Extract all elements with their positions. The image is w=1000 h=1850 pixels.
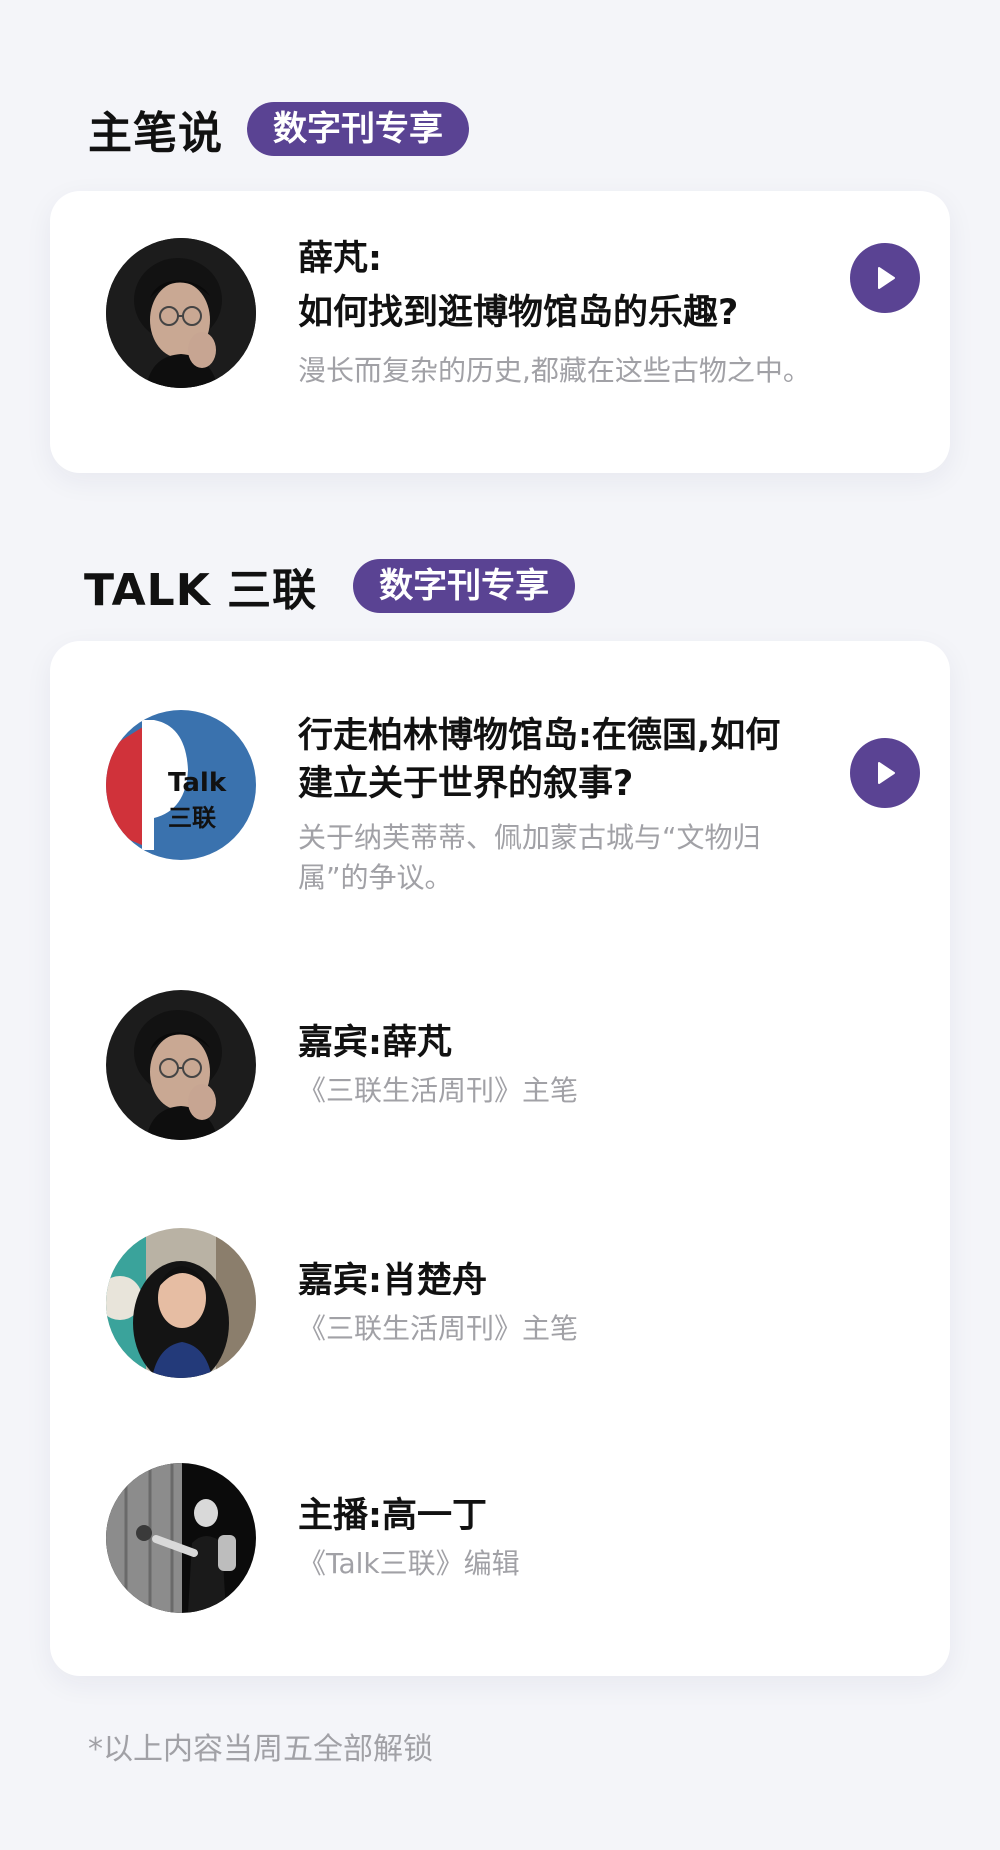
person-text: 主播:高一丁 《Talk三联》编辑 — [298, 1492, 920, 1584]
section-title: TALK 三联 — [84, 565, 318, 616]
episode-row[interactable]: Talk 三联 行走柏林博物馆岛:在德国,如何建立关于世界的叙事? 关于纳芙蒂蒂… — [106, 710, 920, 898]
avatar-gao-yiding — [106, 1463, 256, 1613]
person-row-xiao-chuzhou[interactable]: 嘉宾:肖楚舟 《三联生活周刊》主笔 — [106, 1228, 920, 1378]
person-name: 主播:高一丁 — [298, 1496, 487, 1536]
episode-title: 行走柏林博物馆岛:在德国,如何建立关于世界的叙事? — [298, 716, 781, 804]
digital-exclusive-badge: 数字刊专享 — [247, 102, 469, 156]
writer-talk-text: 薛芃: 如何找到逛博物馆岛的乐趣? 漫长而复杂的历史,都藏在这些古物之中。 — [298, 235, 850, 391]
person-row-xue-peng[interactable]: 嘉宾:薛芃 《三联生活周刊》主笔 — [106, 990, 920, 1140]
writer-talk-title-line1: 薛芃: — [298, 239, 382, 279]
avatar-xue-peng — [106, 990, 256, 1140]
writer-talk-description: 漫长而复杂的历史,都藏在这些古物之中。 — [298, 354, 811, 387]
writer-talk-row[interactable]: 薛芃: 如何找到逛博物馆岛的乐趣? 漫长而复杂的历史,都藏在这些古物之中。 — [106, 235, 920, 391]
person-role: 《Talk三联》编辑 — [298, 1547, 520, 1580]
episode-description: 关于纳芙蒂蒂、佩加蒙古城与“文物归属”的争议。 — [298, 821, 761, 894]
logo-text-sanlian: 三联 — [168, 804, 216, 832]
avatar-xiao-chuzhou — [106, 1228, 256, 1378]
play-icon — [878, 762, 895, 784]
play-button-writer-talk[interactable] — [850, 243, 920, 313]
episode-text: 行走柏林博物馆岛:在德国,如何建立关于世界的叙事? 关于纳芙蒂蒂、佩加蒙古城与“… — [298, 712, 850, 898]
person-role: 《三联生活周刊》主笔 — [298, 1312, 579, 1345]
digital-exclusive-badge: 数字刊专享 — [353, 559, 576, 613]
unlock-footnote: *以上内容当周五全部解锁 — [88, 1732, 433, 1767]
talk-sanlian-card: Talk 三联 行走柏林博物馆岛:在德国,如何建立关于世界的叙事? 关于纳芙蒂蒂… — [50, 641, 950, 1676]
person-text: 嘉宾:薛芃 《三联生活周刊》主笔 — [298, 1019, 920, 1111]
section-header-zhubishuo: 主笔说 数字刊专享 — [88, 97, 469, 161]
person-name: 嘉宾:薛芃 — [298, 1023, 452, 1063]
avatar-xue-peng — [106, 238, 256, 388]
person-name: 嘉宾:肖楚舟 — [298, 1261, 487, 1301]
talk-sanlian-logo: Talk 三联 — [106, 710, 256, 860]
play-button-episode[interactable] — [850, 738, 920, 808]
writer-talk-card[interactable]: 薛芃: 如何找到逛博物馆岛的乐趣? 漫长而复杂的历史,都藏在这些古物之中。 — [50, 191, 950, 473]
logo-text-talk: Talk — [168, 768, 227, 798]
person-row-gao-yiding[interactable]: 主播:高一丁 《Talk三联》编辑 — [106, 1463, 920, 1613]
section-title: 主笔说 — [88, 108, 223, 159]
writer-talk-title-line2: 如何找到逛博物馆岛的乐趣? — [298, 293, 739, 333]
section-header-talk-sanlian: TALK 三联 数字刊专享 — [84, 554, 576, 618]
person-text: 嘉宾:肖楚舟 《三联生活周刊》主笔 — [298, 1257, 920, 1349]
person-role: 《三联生活周刊》主笔 — [298, 1074, 579, 1107]
play-icon — [878, 267, 895, 289]
